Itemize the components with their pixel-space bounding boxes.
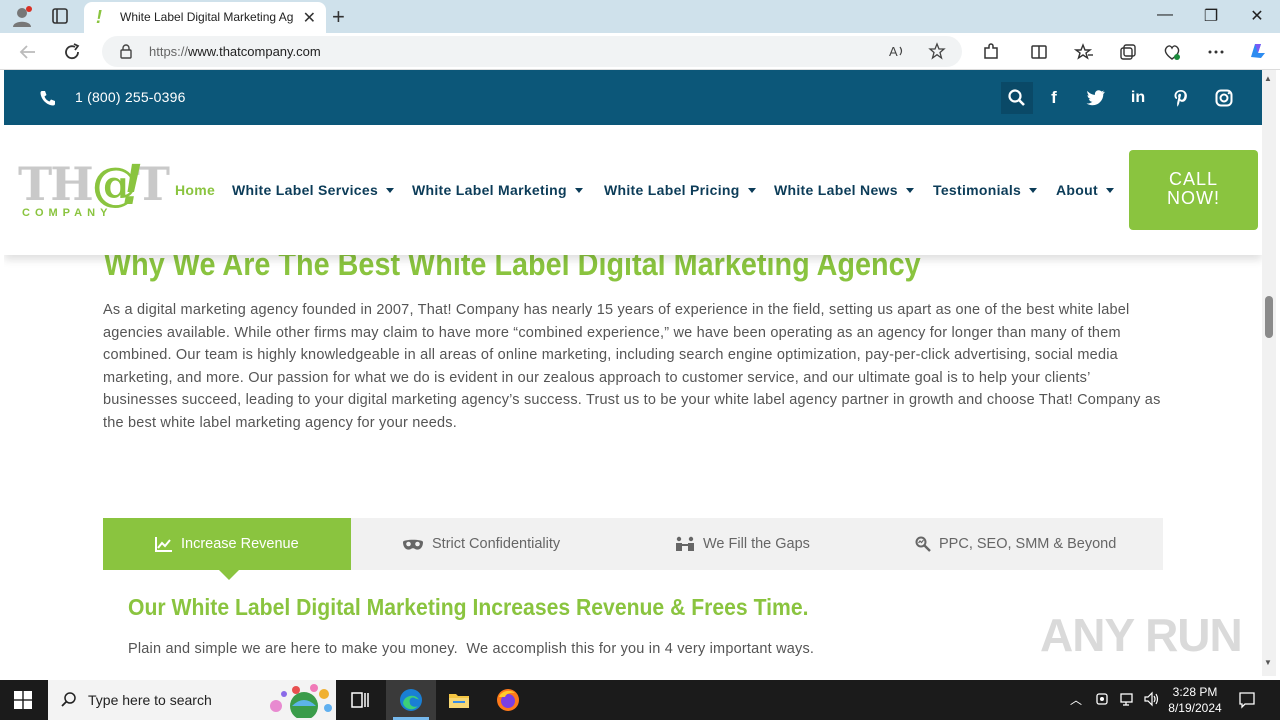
facebook-icon[interactable]: f xyxy=(1044,88,1064,108)
call-now-button[interactable]: CALL NOW! xyxy=(1129,150,1258,230)
tab-title: White Label Digital Marketing Ag xyxy=(120,10,294,24)
more-options-icon[interactable] xyxy=(1206,42,1226,62)
search-icon xyxy=(1008,89,1025,106)
dropdown-caret-icon xyxy=(747,188,756,193)
split-screen-icon[interactable] xyxy=(1029,42,1049,62)
tab-ppc-seo-smm[interactable]: PPC, SEO, SMM & Beyond xyxy=(915,518,1116,570)
scrollbar-thumb[interactable] xyxy=(1265,296,1273,338)
scroll-up-icon[interactable]: ▲ xyxy=(1264,74,1272,83)
logo-company-text: COMPANY xyxy=(22,207,113,219)
browser-essentials-icon[interactable] xyxy=(1162,42,1182,62)
instagram-icon[interactable] xyxy=(1214,88,1234,108)
back-icon[interactable] xyxy=(17,41,39,63)
linkedin-icon[interactable]: in xyxy=(1128,88,1148,108)
site-header: TH@T ! COMPANY Home White Label Services… xyxy=(4,125,1262,255)
feature-tabs: Increase Revenue Strict Confidentiality … xyxy=(103,518,1163,580)
nav-white-label-services[interactable]: White Label Services xyxy=(232,182,395,198)
people-icon xyxy=(676,536,694,551)
company-logo[interactable]: TH@T ! COMPANY xyxy=(18,152,170,227)
cta-line-1: CALL xyxy=(1168,169,1219,189)
new-tab-icon[interactable]: + xyxy=(332,4,345,30)
intro-paragraph: As a digital marketing agency founded in… xyxy=(103,302,1161,431)
contact-strip: 1 (800) 255-0396 f in xyxy=(4,70,1262,125)
url-text[interactable]: https://www.thatcompany.com xyxy=(149,44,321,59)
nav-white-label-marketing[interactable]: White Label Marketing xyxy=(412,182,583,198)
dropdown-caret-icon xyxy=(574,188,583,193)
file-explorer-icon[interactable] xyxy=(447,688,471,712)
active-tab-pointer xyxy=(219,570,239,580)
browser-tab-active[interactable]: ! White Label Digital Marketing Ag ✕ xyxy=(84,2,326,33)
windows-taskbar: Type here to search ︿ 3:28 PM 8/19/2024 xyxy=(0,680,1280,720)
collections-icon[interactable] xyxy=(1118,42,1138,62)
browser-tab-bar: ! White Label Digital Marketing Ag ✕ + —… xyxy=(0,0,1280,33)
clock-time: 3:28 PM xyxy=(1172,685,1218,699)
clock-date: 8/19/2024 xyxy=(1168,701,1222,715)
meet-now-icon[interactable] xyxy=(1095,691,1111,707)
firefox-icon[interactable] xyxy=(496,688,520,712)
system-clock[interactable]: 3:28 PM 8/19/2024 xyxy=(1166,684,1224,716)
tab-strict-confidentiality[interactable]: Strict Confidentiality xyxy=(402,518,560,570)
tab-actions-icon[interactable] xyxy=(50,6,70,26)
windows-start-icon[interactable] xyxy=(14,691,32,709)
pinterest-icon[interactable] xyxy=(1171,88,1191,108)
nav-white-label-pricing[interactable]: White Label Pricing xyxy=(604,182,756,198)
tab-content-paragraph: Plain and simple we are here to make you… xyxy=(128,641,815,657)
restore-icon[interactable]: ❐ xyxy=(1196,6,1226,26)
site-search-button[interactable] xyxy=(1001,82,1033,114)
tab-content-heading: Our White Label Digital Marketing Increa… xyxy=(128,594,809,620)
twitter-icon[interactable] xyxy=(1086,88,1106,108)
network-icon[interactable] xyxy=(1119,691,1135,707)
favorite-star-icon[interactable] xyxy=(928,42,946,60)
volume-icon[interactable] xyxy=(1143,691,1159,707)
extensions-icon[interactable] xyxy=(981,42,1001,62)
browser-toolbar: https://www.thatcompany.com A xyxy=(0,33,1280,70)
search-chart-icon xyxy=(915,536,931,552)
page-scrollbar[interactable]: ▲ ▼ xyxy=(1262,70,1276,676)
logo-wordmark: TH@T xyxy=(18,157,170,211)
show-hidden-icons-icon[interactable]: ︿ xyxy=(1070,691,1086,707)
favorites-icon[interactable] xyxy=(1074,42,1094,62)
nav-home[interactable]: Home xyxy=(175,182,215,198)
taskbar-search-placeholder: Type here to search xyxy=(88,692,212,708)
anyrun-watermark: ANY RUN xyxy=(1040,609,1243,661)
cta-line-2: NOW! xyxy=(1167,188,1220,208)
site-favicon-icon: ! xyxy=(96,7,102,27)
nav-white-label-news[interactable]: White Label News xyxy=(774,182,914,198)
webpage: 1 (800) 255-0396 f in TH@T ! COMPANY Hom… xyxy=(4,70,1262,676)
profile-icon[interactable] xyxy=(10,5,34,29)
dropdown-caret-icon xyxy=(386,188,395,193)
close-tab-icon[interactable]: ✕ xyxy=(303,8,316,28)
phone-icon xyxy=(40,91,55,106)
nav-about[interactable]: About xyxy=(1056,182,1114,198)
close-window-icon[interactable]: ✕ xyxy=(1242,6,1272,26)
mask-icon xyxy=(403,539,423,550)
lock-icon[interactable] xyxy=(118,43,134,59)
copilot-icon[interactable] xyxy=(1246,39,1270,63)
search-highlight-icon xyxy=(270,684,332,718)
chart-line-icon xyxy=(155,537,172,552)
search-icon xyxy=(61,692,76,707)
tab-we-fill-the-gaps[interactable]: We Fill the Gaps xyxy=(675,518,810,570)
minimize-icon[interactable]: — xyxy=(1150,6,1180,26)
address-bar[interactable]: https://www.thatcompany.com A xyxy=(102,36,962,67)
task-view-icon[interactable] xyxy=(348,688,372,712)
edge-browser-icon[interactable] xyxy=(399,688,423,712)
dropdown-caret-icon xyxy=(905,188,914,193)
read-aloud-icon[interactable]: A xyxy=(888,42,906,60)
dropdown-caret-icon xyxy=(1105,188,1114,193)
refresh-icon[interactable] xyxy=(61,41,83,63)
logo-exclamation: ! xyxy=(122,152,142,217)
notifications-icon[interactable] xyxy=(1238,691,1256,709)
phone-number[interactable]: 1 (800) 255-0396 xyxy=(75,89,186,105)
taskbar-search-box[interactable]: Type here to search xyxy=(48,680,336,720)
tab-increase-revenue[interactable]: Increase Revenue xyxy=(103,518,351,570)
scroll-down-icon[interactable]: ▼ xyxy=(1264,658,1272,667)
nav-testimonials[interactable]: Testimonials xyxy=(933,182,1038,198)
dropdown-caret-icon xyxy=(1029,188,1038,193)
svg-text:A: A xyxy=(889,44,898,59)
